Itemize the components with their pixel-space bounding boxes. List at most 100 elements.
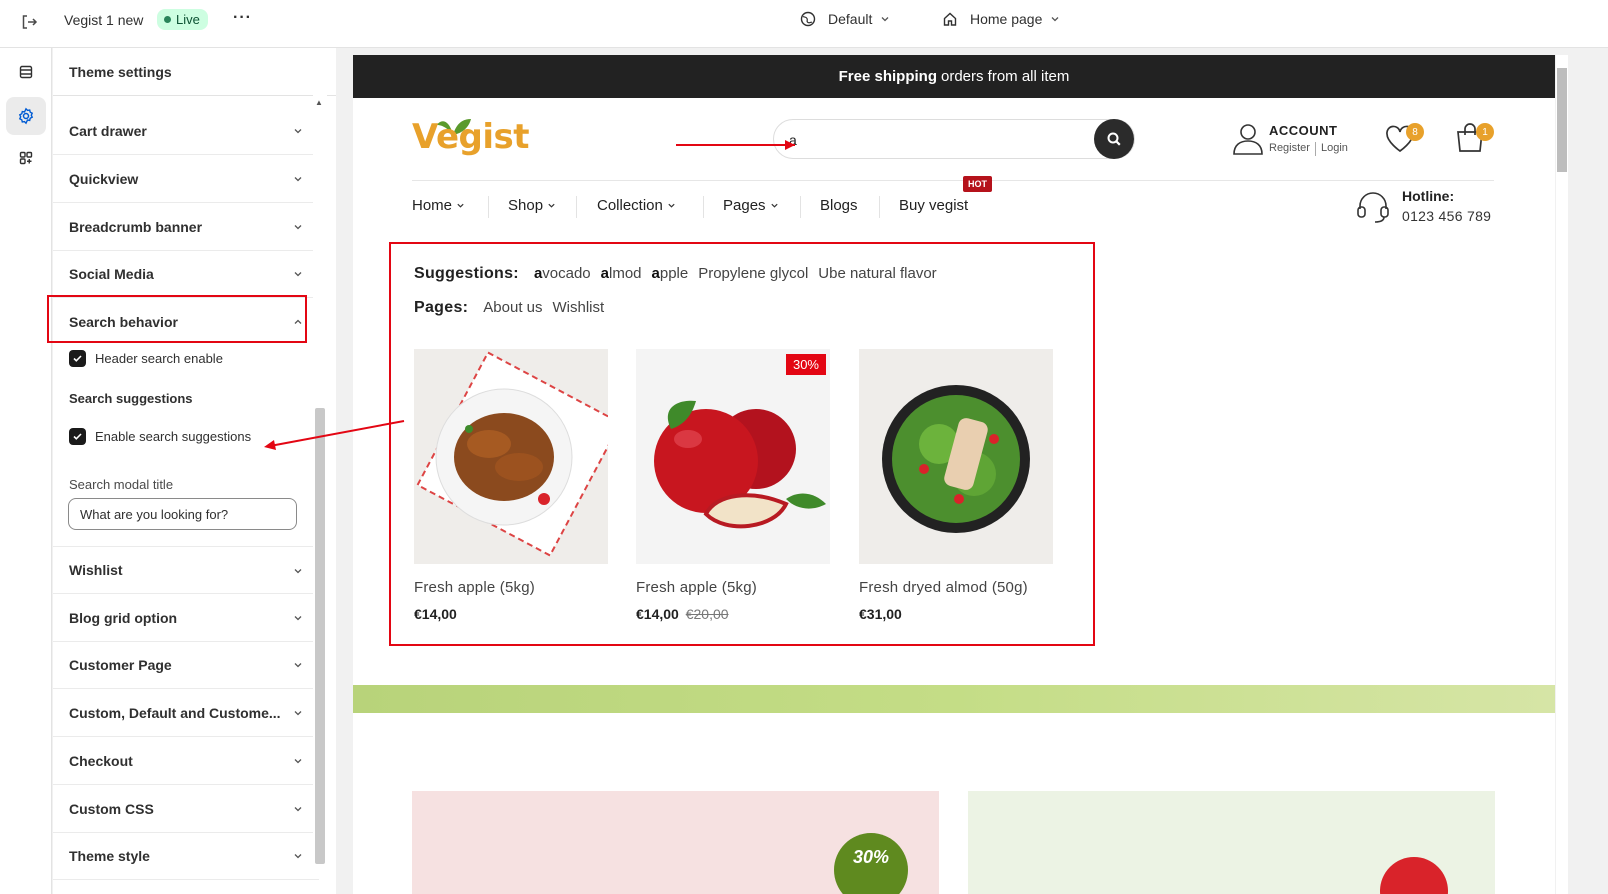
storefront-search-input[interactable]: [773, 119, 1135, 159]
section-checkout[interactable]: Checkout: [53, 737, 319, 785]
section-social-media[interactable]: Social Media: [53, 250, 319, 298]
section-wishlist[interactable]: Wishlist: [53, 546, 319, 594]
icon-rail: [0, 48, 52, 894]
page-link[interactable]: About us: [483, 299, 542, 316]
chevron-down-icon: [668, 203, 675, 208]
apple-image: [654, 400, 826, 529]
section-label: Custom, Default and Custome...: [69, 704, 281, 721]
search-suggestions-dropdown: Suggestions: avocado almod apple Propyle…: [389, 242, 1095, 646]
section-theme-style[interactable]: Theme style: [53, 832, 319, 880]
suggestion-rest: pple: [659, 265, 689, 282]
chevron-down-icon: [294, 854, 302, 859]
nav-divider: [703, 196, 704, 218]
login-link[interactable]: Login: [1321, 142, 1348, 156]
pages-row: Pages: About us Wishlist: [414, 299, 604, 317]
suggestion-item[interactable]: Ube natural flavor: [818, 265, 936, 282]
nav-label: Collection: [597, 197, 663, 214]
user-icon[interactable]: [1232, 122, 1264, 156]
settings-icon[interactable]: [6, 97, 46, 135]
checkbox-checked-icon[interactable]: [69, 428, 86, 445]
chevron-down-icon: [294, 663, 302, 668]
section-blog-grid-option[interactable]: Blog grid option: [53, 594, 319, 642]
section-custom-css[interactable]: Custom CSS: [53, 785, 319, 833]
product-image[interactable]: 30%: [636, 349, 830, 564]
more-horizontal-icon[interactable]: ···: [233, 9, 252, 27]
exit-icon[interactable]: [18, 11, 40, 33]
headset-icon: [1357, 192, 1389, 223]
suggestion-rest: lmod: [609, 265, 642, 282]
nav-shop[interactable]: Shop: [508, 197, 556, 214]
product-name[interactable]: Fresh dryed almod (50g): [859, 579, 1053, 596]
preview-scrollbar-thumb[interactable]: [1557, 68, 1567, 172]
preview-scrollbar-track[interactable]: [1556, 55, 1568, 894]
nav-blogs[interactable]: Blogs: [820, 197, 858, 214]
section-label: Wishlist: [69, 562, 123, 578]
hero-banner-strip: [353, 685, 1555, 713]
search-modal-title-input[interactable]: [68, 498, 297, 530]
panel-title: Theme settings: [53, 48, 336, 96]
chevron-down-icon: [294, 225, 302, 230]
suggestion-item[interactable]: avocado: [534, 265, 591, 282]
product-image[interactable]: [859, 349, 1053, 564]
suggestion-item[interactable]: Propylene glycol: [698, 265, 808, 282]
section-label: Checkout: [69, 752, 133, 769]
product-card[interactable]: 30% Fresh apple (5kg) €14,00 €20,00: [636, 349, 830, 622]
apps-icon[interactable]: [6, 139, 46, 177]
page-link[interactable]: Wishlist: [553, 299, 605, 316]
nav-divider: [488, 196, 489, 218]
hot-badge: HOT: [963, 176, 992, 192]
section-breadcrumb-banner[interactable]: Breadcrumb banner: [53, 203, 319, 251]
search-modal-title-label: Search modal title: [69, 477, 174, 492]
chevron-down-icon: [294, 616, 302, 621]
account-links: Register Login: [1269, 142, 1348, 156]
product-name[interactable]: Fresh apple (5kg): [636, 579, 830, 596]
nav-pages[interactable]: Pages: [723, 197, 779, 214]
globe-icon: [800, 11, 816, 27]
section-customer-page[interactable]: Customer Page: [53, 641, 319, 689]
register-link[interactable]: Register: [1269, 142, 1310, 156]
section-label: Social Media: [69, 265, 154, 282]
header-divider: [412, 180, 1494, 181]
product-card[interactable]: Fresh dryed almod (50g) €31,00: [859, 349, 1053, 622]
price-current: €14,00: [414, 606, 457, 622]
suggestion-item[interactable]: almod: [601, 265, 642, 282]
chevron-down-icon: [1051, 17, 1059, 22]
promo-banner-mint[interactable]: [968, 791, 1495, 894]
section-quickview[interactable]: Quickview: [53, 155, 319, 203]
status-badge-label: Live: [176, 12, 200, 27]
chevron-down-icon: [294, 711, 302, 716]
product-name[interactable]: Fresh apple (5kg): [414, 579, 608, 596]
page-selector[interactable]: Home page: [942, 11, 1060, 27]
promo-banner-pink[interactable]: 30%: [412, 791, 939, 894]
nav-home[interactable]: Home: [412, 197, 465, 214]
store-logo[interactable]: Vegist: [412, 117, 530, 157]
suggestion-rest: Ube natural flavor: [818, 265, 937, 282]
product-card[interactable]: Fresh apple (5kg) €14,00: [414, 349, 608, 622]
section-label: Quickview: [69, 170, 139, 187]
nav-buy-vegist[interactable]: Buy vegist: [899, 197, 968, 214]
product-price: €14,00 €20,00: [636, 606, 830, 622]
nav-label: Home: [412, 197, 453, 214]
chevron-down-icon: [294, 177, 302, 182]
product-price: €14,00: [414, 606, 608, 622]
section-cart-drawer[interactable]: Cart drawer: [53, 107, 319, 155]
wishlist-count-badge: 8: [1406, 123, 1424, 141]
panel-scrollbar-thumb[interactable]: [315, 408, 325, 864]
nav-collection[interactable]: Collection: [597, 197, 676, 214]
enable-search-suggestions-option[interactable]: Enable search suggestions: [69, 428, 251, 445]
search-button[interactable]: [1094, 119, 1134, 159]
theme-selector[interactable]: Default: [800, 11, 890, 27]
section-label: Breadcrumb banner: [69, 218, 203, 235]
hotline-number[interactable]: 0123 456 789: [1402, 208, 1491, 224]
suggestions-row: Suggestions: avocado almod apple Propyle…: [414, 265, 937, 283]
suggestion-item[interactable]: apple: [652, 265, 689, 282]
header-search-enable-option[interactable]: Header search enable: [69, 350, 223, 367]
sections-icon[interactable]: [6, 53, 46, 91]
checkbox-checked-icon[interactable]: [69, 350, 86, 367]
section-custom-default[interactable]: Custom, Default and Custome...: [53, 689, 319, 737]
scroll-up-icon[interactable]: ▲: [315, 98, 323, 107]
nav-label: Buy vegist: [899, 197, 969, 214]
product-image[interactable]: [414, 349, 608, 564]
option-label: Header search enable: [95, 351, 223, 366]
nav-divider: [576, 196, 577, 218]
